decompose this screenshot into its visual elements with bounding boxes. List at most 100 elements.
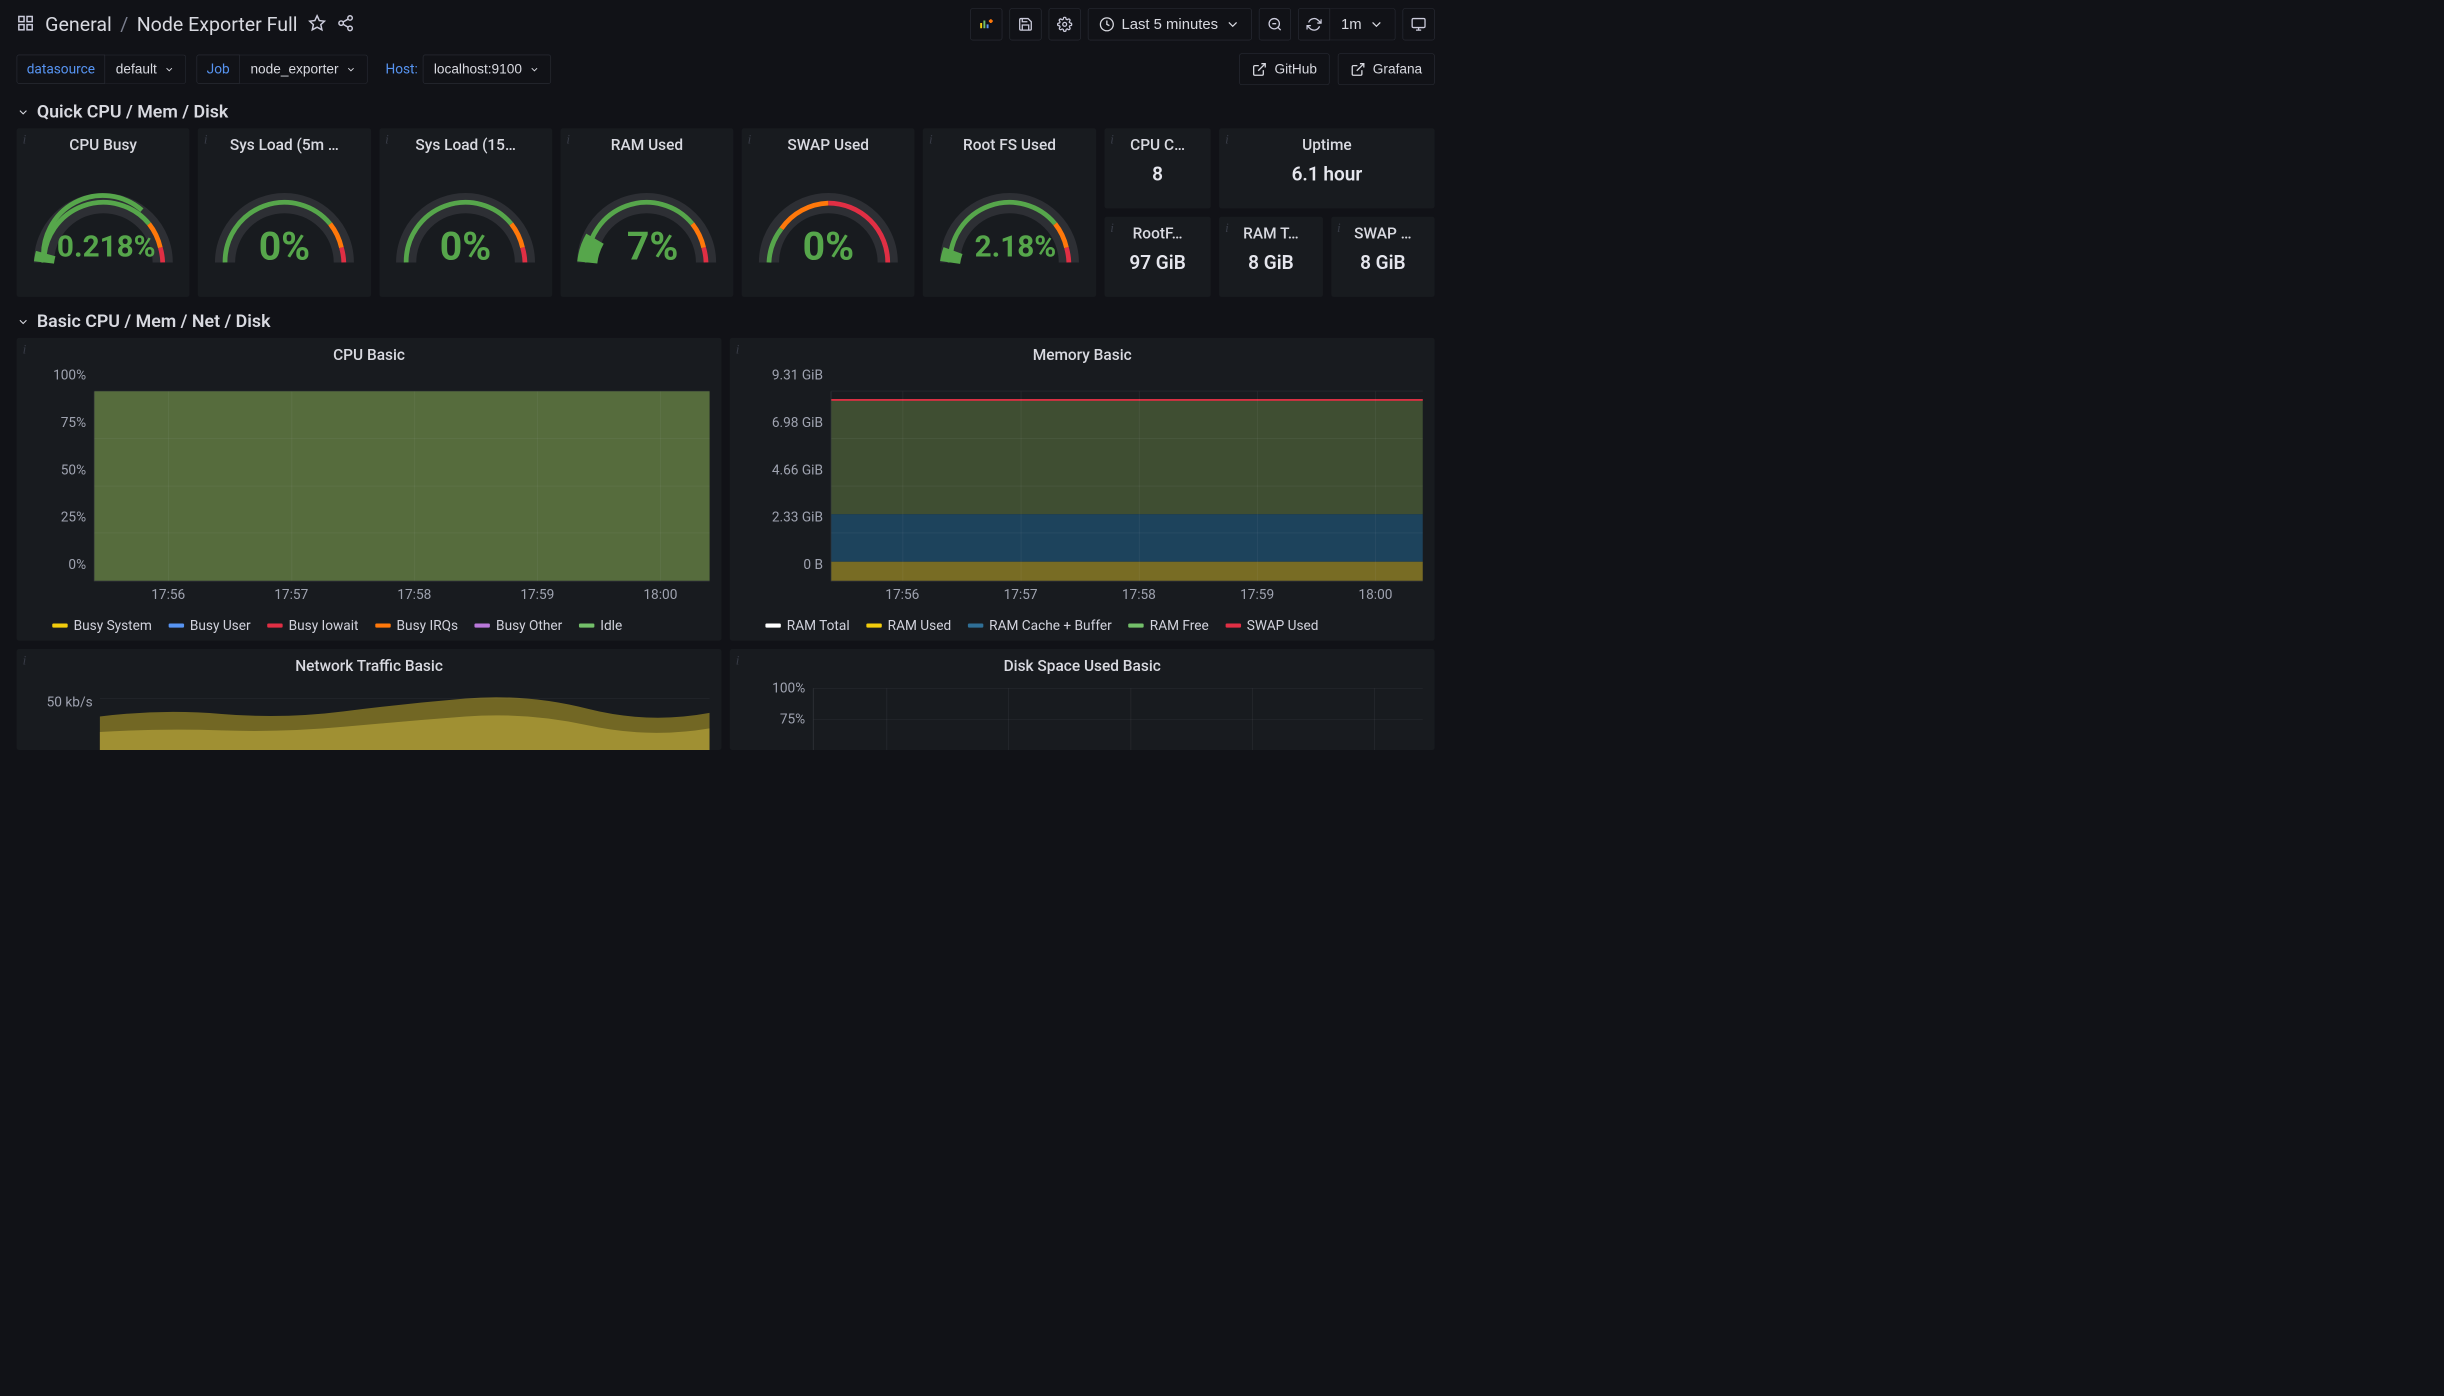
panel-sys-load-15m[interactable]: i Sys Load (15… 0% bbox=[379, 128, 552, 297]
svg-text:7%: 7% bbox=[627, 223, 678, 269]
panel-title: SWAP Used bbox=[742, 128, 915, 159]
panel-cpu-cores[interactable]: i CPU C… 8 bbox=[1104, 128, 1211, 208]
legend-item[interactable]: Busy Iowait bbox=[267, 618, 358, 634]
breadcrumb-folder[interactable]: General bbox=[45, 13, 112, 36]
legend-item[interactable]: RAM Cache + Buffer bbox=[968, 618, 1112, 634]
panel-swap-used[interactable]: i SWAP Used 0% bbox=[742, 128, 915, 297]
panel-title: Disk Space Used Basic bbox=[730, 649, 1435, 680]
panel-title: Root FS Used bbox=[923, 128, 1096, 159]
legend-item[interactable]: RAM Used bbox=[866, 618, 951, 634]
legend-swatch bbox=[52, 623, 67, 627]
panel-network-basic[interactable]: i Network Traffic Basic 50 kb/s bbox=[17, 649, 722, 750]
info-icon[interactable]: i bbox=[23, 341, 27, 356]
panel-title: Network Traffic Basic bbox=[17, 649, 722, 680]
refresh-group: 1m bbox=[1298, 8, 1395, 40]
info-icon[interactable]: i bbox=[748, 132, 752, 147]
external-link-icon bbox=[1350, 61, 1365, 76]
external-link-icon bbox=[1252, 61, 1267, 76]
link-grafana[interactable]: Grafana bbox=[1338, 53, 1435, 84]
panel-sys-load-5m[interactable]: i Sys Load (5m … 0% bbox=[198, 128, 371, 297]
topbar: General / Node Exporter Full Last 5 minu… bbox=[0, 0, 1451, 49]
legend-label: Busy Other bbox=[496, 618, 562, 634]
info-icon[interactable]: i bbox=[929, 132, 933, 147]
legend-label: Busy User bbox=[190, 618, 251, 634]
legend-item[interactable]: Busy User bbox=[169, 618, 251, 634]
panel-cpu-busy[interactable]: i CPU Busy 0.218% bbox=[17, 128, 190, 297]
time-range-label: Last 5 minutes bbox=[1121, 16, 1218, 33]
variables-row: datasource default Job node_exporter Hos… bbox=[0, 49, 1451, 96]
topbar-right: Last 5 minutes 1m bbox=[970, 8, 1435, 40]
legend-item[interactable]: Busy IRQs bbox=[375, 618, 458, 634]
legend-label: Busy IRQs bbox=[397, 618, 459, 634]
legend-item[interactable]: Busy System bbox=[52, 618, 152, 634]
info-icon[interactable]: i bbox=[385, 132, 389, 147]
info-icon[interactable]: i bbox=[736, 341, 740, 356]
panel-title: RAM T… bbox=[1219, 217, 1323, 248]
info-icon[interactable]: i bbox=[1110, 132, 1114, 147]
row-header-basic[interactable]: Basic CPU / Mem / Net / Disk bbox=[0, 305, 1451, 338]
chevron-down-icon bbox=[1369, 17, 1384, 32]
share-icon[interactable] bbox=[337, 14, 355, 34]
legend-label: Idle bbox=[600, 618, 622, 634]
series-ram-cache bbox=[831, 514, 1422, 561]
breadcrumb[interactable]: General / Node Exporter Full bbox=[45, 13, 297, 36]
tv-mode-button[interactable] bbox=[1403, 8, 1435, 40]
panel-rootfs-total[interactable]: i RootF… 97 GiB bbox=[1104, 217, 1211, 297]
chevron-down-icon bbox=[1225, 17, 1240, 32]
row-header-quick[interactable]: Quick CPU / Mem / Disk bbox=[0, 96, 1451, 129]
info-icon[interactable]: i bbox=[1225, 132, 1229, 147]
info-icon[interactable]: i bbox=[1225, 220, 1229, 235]
legend-label: Busy System bbox=[74, 618, 152, 634]
var-job-dropdown[interactable]: node_exporter bbox=[240, 55, 368, 84]
legend-swatch bbox=[1225, 623, 1240, 627]
gauge: 0% bbox=[742, 162, 915, 275]
panel-title: CPU Basic bbox=[17, 338, 722, 369]
vars-left: datasource default Job node_exporter Hos… bbox=[17, 55, 551, 84]
panel-ram-total[interactable]: i RAM T… 8 GiB bbox=[1219, 217, 1323, 297]
refresh-interval-button[interactable]: 1m bbox=[1330, 8, 1395, 40]
link-github[interactable]: GitHub bbox=[1239, 53, 1329, 84]
svg-text:0%: 0% bbox=[440, 223, 491, 269]
time-range-button[interactable]: Last 5 minutes bbox=[1088, 8, 1252, 40]
breadcrumb-sep: / bbox=[120, 13, 128, 36]
panel-memory-basic[interactable]: i Memory Basic 0 B 2.33 GiB 4.66 GiB 6.9… bbox=[730, 338, 1435, 641]
zoom-out-button[interactable] bbox=[1259, 8, 1291, 40]
var-host-dropdown[interactable]: localhost:9100 bbox=[423, 55, 551, 84]
chevron-down-icon bbox=[17, 105, 30, 118]
legend-swatch bbox=[375, 623, 390, 627]
panel-disk-basic[interactable]: i Disk Space Used Basic 100% 75% bbox=[730, 649, 1435, 750]
info-icon[interactable]: i bbox=[23, 132, 27, 147]
panel-ram-used[interactable]: i RAM Used 7% bbox=[560, 128, 733, 297]
settings-button[interactable] bbox=[1048, 8, 1080, 40]
row-title-basic: Basic CPU / Mem / Net / Disk bbox=[37, 311, 271, 332]
star-icon[interactable] bbox=[308, 14, 326, 34]
legend-item[interactable]: RAM Free bbox=[1128, 618, 1208, 634]
stat-value: 8 GiB bbox=[1219, 248, 1323, 274]
panel-root-fs-used[interactable]: i Root FS Used 2.18% bbox=[923, 128, 1096, 297]
save-button[interactable] bbox=[1009, 8, 1041, 40]
info-icon[interactable]: i bbox=[566, 132, 570, 147]
panel-cpu-basic[interactable]: i CPU Basic 0% 25% 50% 75% 100% 17:56 17… bbox=[17, 338, 722, 641]
dashboard-icon[interactable] bbox=[17, 14, 35, 34]
refresh-button[interactable] bbox=[1298, 8, 1330, 40]
panel-title: Sys Load (5m … bbox=[198, 128, 371, 159]
info-icon[interactable]: i bbox=[1110, 220, 1114, 235]
dashboard-links: GitHub Grafana bbox=[1239, 53, 1434, 84]
legend-item[interactable]: Busy Other bbox=[475, 618, 563, 634]
info-icon[interactable]: i bbox=[1337, 220, 1341, 235]
info-icon[interactable]: i bbox=[204, 132, 208, 147]
var-datasource-dropdown[interactable]: default bbox=[105, 55, 186, 84]
panel-swap-total[interactable]: i SWAP … 8 GiB bbox=[1331, 217, 1435, 297]
info-icon[interactable]: i bbox=[23, 653, 27, 668]
add-panel-button[interactable] bbox=[970, 8, 1002, 40]
panel-uptime[interactable]: i Uptime 6.1 hour bbox=[1219, 128, 1434, 208]
legend-item[interactable]: Idle bbox=[579, 618, 622, 634]
legend-item[interactable]: RAM Total bbox=[765, 618, 849, 634]
breadcrumb-dashboard[interactable]: Node Exporter Full bbox=[137, 13, 298, 36]
chevron-down-icon bbox=[346, 64, 357, 75]
chevron-down-icon bbox=[529, 64, 540, 75]
stat-row-bottom: i RAM T… 8 GiB i SWAP … 8 GiB bbox=[1219, 217, 1434, 297]
panel-title: SWAP … bbox=[1331, 217, 1435, 248]
info-icon[interactable]: i bbox=[736, 653, 740, 668]
legend-item[interactable]: SWAP Used bbox=[1225, 618, 1318, 634]
